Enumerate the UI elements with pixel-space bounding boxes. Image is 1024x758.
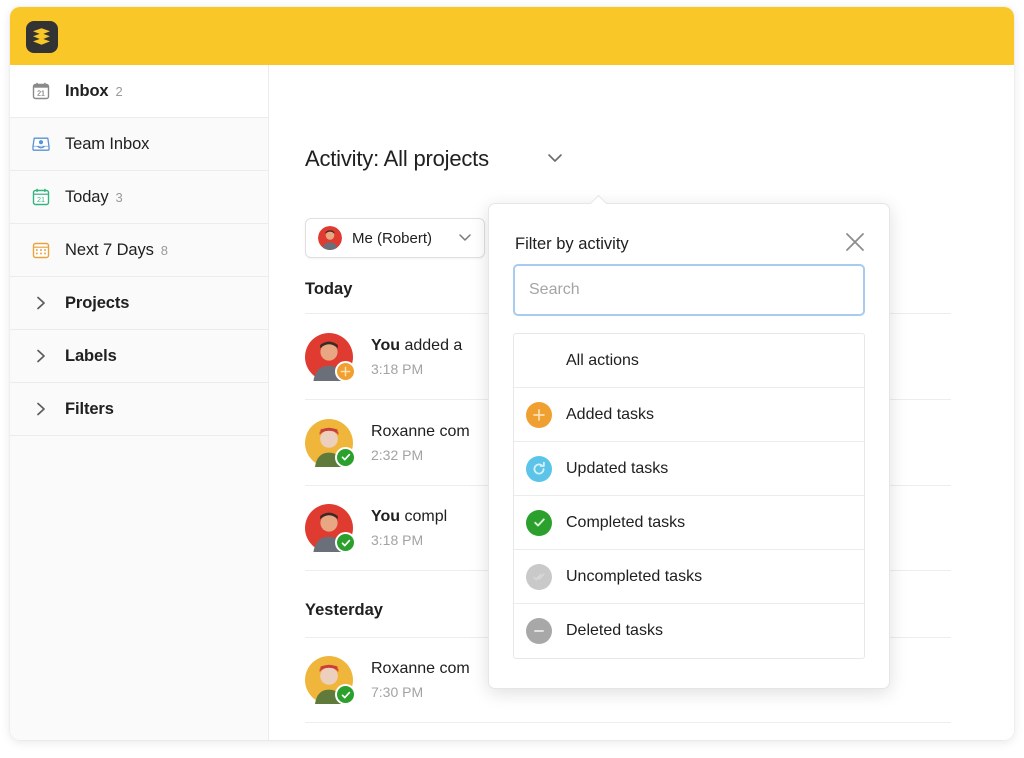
activity-text: You compl <box>371 508 447 526</box>
option-updated-tasks[interactable]: Updated tasks <box>514 442 864 496</box>
option-added-tasks[interactable]: Added tasks <box>514 388 864 442</box>
avatar <box>305 419 353 467</box>
search-input[interactable] <box>513 264 865 316</box>
activity-actor: Roxanne <box>371 660 435 677</box>
option-label: All actions <box>566 352 639 370</box>
sidebar-item-count: 2 <box>116 84 123 99</box>
popup-arrow <box>589 195 607 204</box>
sidebar-item-count: 8 <box>161 243 168 258</box>
sidebar-item-next-7-days[interactable]: Next 7 Days 8 <box>10 224 268 277</box>
activity-time: 3:18 PM <box>371 532 447 548</box>
option-label: Completed tasks <box>566 514 685 532</box>
chevron-down-icon[interactable] <box>547 150 563 168</box>
completed-badge-icon <box>335 447 356 468</box>
chevron-right-icon <box>30 345 52 367</box>
option-all-actions[interactable]: All actions <box>514 334 864 388</box>
team-inbox-tray-icon <box>30 133 52 155</box>
avatar <box>305 333 353 381</box>
popup-title: Filter by activity <box>515 235 629 254</box>
option-label: Updated tasks <box>566 460 668 478</box>
chevron-right-icon <box>30 398 52 420</box>
avatar <box>318 226 342 250</box>
calendar-21-green-icon: 21 <box>30 186 52 208</box>
sidebar-item-today[interactable]: 21 Today 3 <box>10 171 268 224</box>
completed-badge-icon <box>335 532 356 553</box>
calendar-grid-orange-icon <box>30 239 52 261</box>
sidebar-item-count: 3 <box>116 190 123 205</box>
option-deleted-tasks[interactable]: Deleted tasks <box>514 604 864 658</box>
filter-by-activity-popup: Filter by activity All actions Added tas… <box>488 203 890 689</box>
activity-text: Roxanne com <box>371 660 470 678</box>
option-label: Added tasks <box>566 406 654 424</box>
option-label: Deleted tasks <box>566 622 663 640</box>
sidebar-group-label: Filters <box>65 400 114 419</box>
sidebar-item-team-inbox[interactable]: Team Inbox <box>10 118 268 171</box>
calendar-21-gray-icon: 21 <box>30 80 52 102</box>
activity-actor: You <box>371 337 400 354</box>
refresh-circle-blue-icon <box>526 456 552 482</box>
page-title: Activity: All projects <box>305 146 489 172</box>
person-filter-button[interactable]: Me (Robert) <box>305 218 485 258</box>
activity-time: 3:18 PM <box>371 361 462 377</box>
sidebar-item-label: Next 7 Days <box>65 241 154 260</box>
sidebar-item-label: Inbox <box>65 82 109 101</box>
feed-day-heading: Today <box>305 280 352 299</box>
activity-action: com <box>440 660 470 677</box>
activity-options-list: All actions Added tasks Updated tasks <box>513 333 865 659</box>
plus-circle-orange-icon <box>526 402 552 428</box>
avatar <box>305 656 353 704</box>
chevron-right-icon <box>30 292 52 314</box>
sidebar: 21 Inbox 2 Team Inbox <box>10 65 268 740</box>
option-label: Uncompleted tasks <box>566 568 702 586</box>
no-icon <box>526 348 552 374</box>
chevron-down-icon <box>458 229 472 247</box>
completed-badge-icon <box>335 684 356 705</box>
activity-action: com <box>440 423 470 440</box>
activity-time: 7:30 PM <box>371 684 470 700</box>
svg-text:21: 21 <box>37 91 45 98</box>
option-uncompleted-tasks[interactable]: Uncompleted tasks <box>514 550 864 604</box>
minus-circle-gray-icon <box>526 618 552 644</box>
top-bar <box>10 7 1014 65</box>
person-filter-label: Me (Robert) <box>352 230 432 247</box>
logo-chevrons-icon <box>31 27 53 47</box>
sidebar-group-projects[interactable]: Projects <box>10 277 268 330</box>
check-circle-green-icon <box>526 510 552 536</box>
avatar <box>305 504 353 552</box>
todoist-logo[interactable] <box>26 21 58 53</box>
sidebar-group-label: Labels <box>65 347 117 366</box>
activity-actor: Roxanne <box>371 423 435 440</box>
activity-actor: You <box>371 508 400 525</box>
app-window: 21 Inbox 2 Team Inbox <box>10 7 1014 740</box>
sidebar-group-label: Projects <box>65 294 129 313</box>
sidebar-item-label: Team Inbox <box>65 135 149 154</box>
uncheck-circle-gray-icon <box>526 564 552 590</box>
feed-day-heading: Yesterday <box>305 601 383 620</box>
activity-text: Roxanne com <box>371 423 470 441</box>
activity-time: 2:32 PM <box>371 447 470 463</box>
added-badge-icon <box>335 361 356 382</box>
activity-action: compl <box>404 508 447 525</box>
sidebar-item-label: Today <box>65 188 109 207</box>
sidebar-group-filters[interactable]: Filters <box>10 383 268 436</box>
sidebar-item-inbox[interactable]: 21 Inbox 2 <box>10 65 268 118</box>
close-icon[interactable] <box>841 228 869 256</box>
svg-text:21: 21 <box>37 195 45 204</box>
activity-text: You added a <box>371 337 462 355</box>
activity-action: added a <box>404 337 462 354</box>
sidebar-group-labels[interactable]: Labels <box>10 330 268 383</box>
option-completed-tasks[interactable]: Completed tasks <box>514 496 864 550</box>
